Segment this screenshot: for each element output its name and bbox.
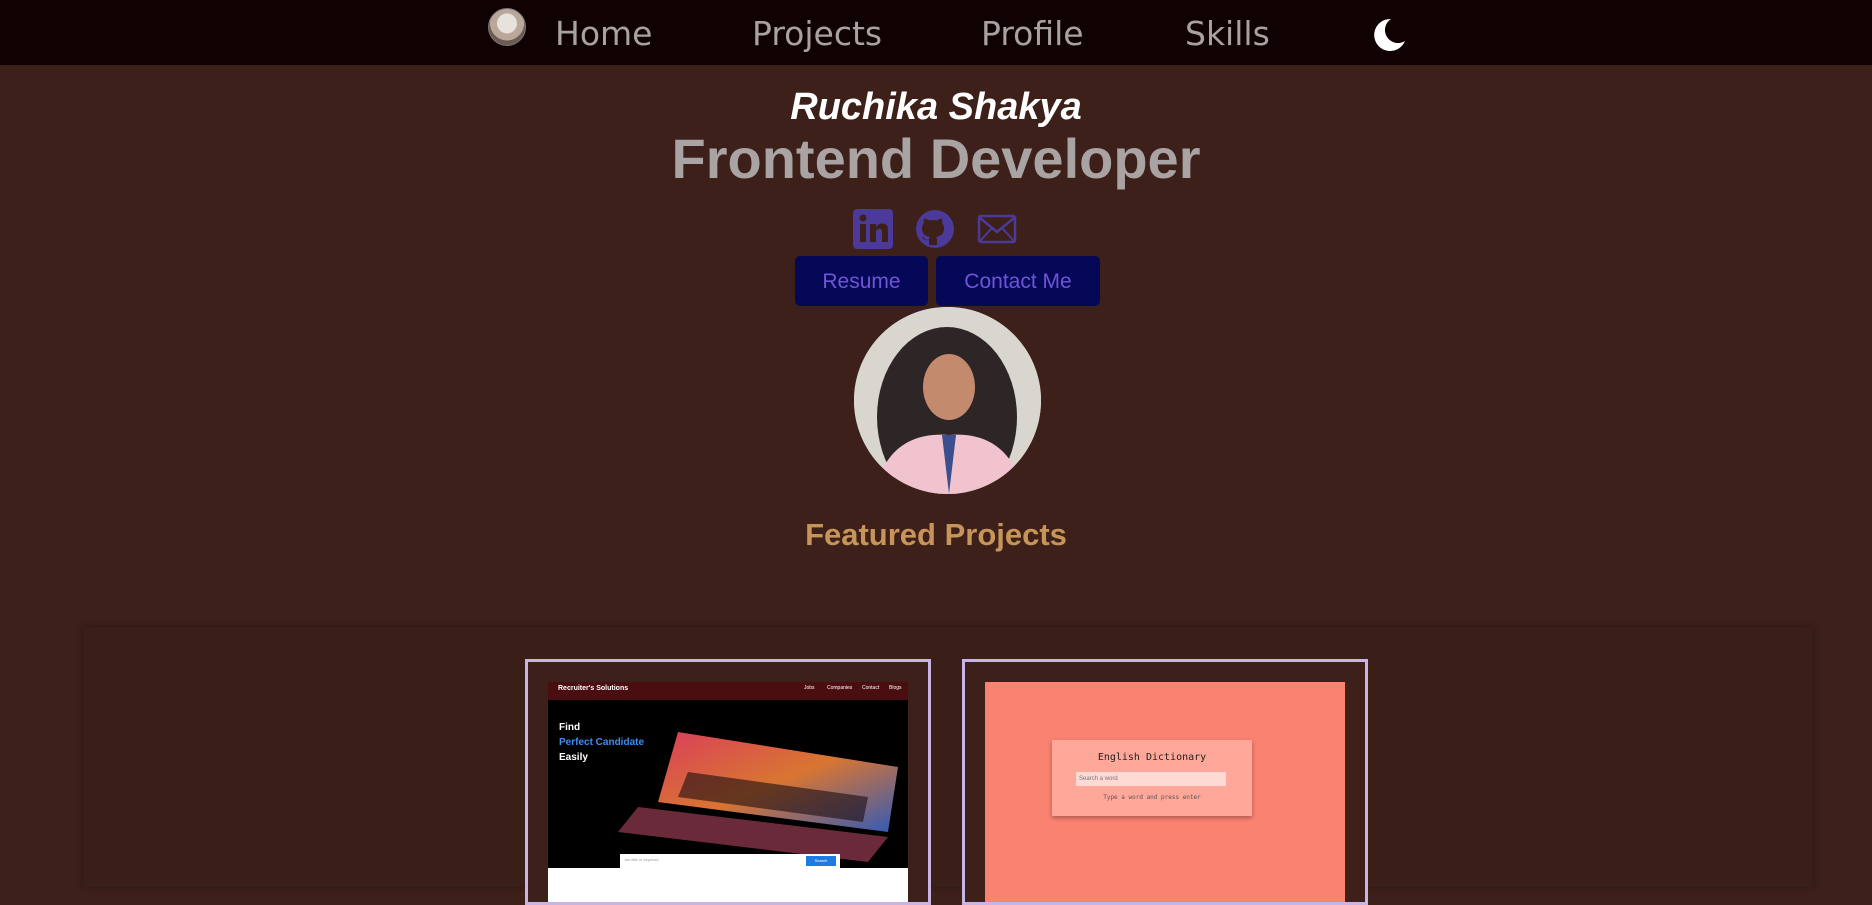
thumbnail-search-bar: Job title or keyword Search	[620, 854, 840, 868]
thumbnail-search-placeholder: Job title or keyword	[624, 857, 659, 862]
laptop-image	[618, 732, 898, 862]
projects-container	[83, 627, 1813, 887]
thumbnail-navbar: Recruiter's Solutions Jobs Companies Con…	[548, 682, 908, 700]
project-card-recruiters-solutions[interactable]: Recruiter's Solutions Jobs Companies Con…	[525, 659, 931, 905]
nav-link-profile[interactable]: Profile	[981, 14, 1084, 54]
thumbnail-menu-item: Companies	[827, 685, 853, 691]
dictionary-title: English Dictionary	[1097, 752, 1207, 763]
profile-photo	[854, 307, 1041, 494]
mail-icon[interactable]	[977, 209, 1017, 249]
github-icon[interactable]	[915, 209, 955, 249]
thumbnail-footer	[548, 868, 908, 902]
resume-button[interactable]: Resume	[795, 256, 928, 306]
thumbnail-hero-line: Easily	[559, 752, 588, 763]
project-card-english-dictionary[interactable]: English Dictionary Search a word Type a …	[962, 659, 1368, 905]
thumbnail-hero-line: Perfect Candidate	[559, 737, 645, 748]
featured-projects-heading: Featured Projects	[805, 517, 1067, 552]
thumbnail-brand: Recruiter's Solutions	[558, 685, 629, 692]
contact-me-button[interactable]: Contact Me	[936, 256, 1100, 306]
thumbnail-menu-item: Contact	[862, 685, 880, 691]
thumbnail-menu-item: Blogs	[889, 685, 902, 691]
linkedin-icon[interactable]	[853, 209, 893, 249]
project-thumbnail: Recruiter's Solutions Jobs Companies Con…	[548, 682, 908, 902]
navbar: Home Projects Profile Skills	[0, 0, 1872, 65]
dictionary-input: Search a word	[1076, 772, 1226, 786]
thumbnail-search-button: Search	[806, 856, 836, 866]
nav-link-projects[interactable]: Projects	[752, 14, 882, 54]
nav-link-home[interactable]: Home	[555, 14, 652, 54]
project-thumbnail: English Dictionary Search a word Type a …	[985, 682, 1345, 902]
job-title: Frontend Developer	[671, 127, 1201, 190]
dictionary-box: English Dictionary Search a word Type a …	[1052, 740, 1252, 816]
thumbnail-hero-line: Find	[559, 722, 581, 733]
dictionary-hint: Type a word and press enter	[1103, 794, 1201, 801]
person-name: Ruchika Shakya	[790, 86, 1082, 128]
nav-link-skills[interactable]: Skills	[1185, 14, 1270, 54]
profile-logo-icon[interactable]	[488, 8, 526, 46]
thumbnail-menu-item: Jobs	[804, 685, 815, 691]
moon-icon[interactable]	[1367, 15, 1407, 55]
